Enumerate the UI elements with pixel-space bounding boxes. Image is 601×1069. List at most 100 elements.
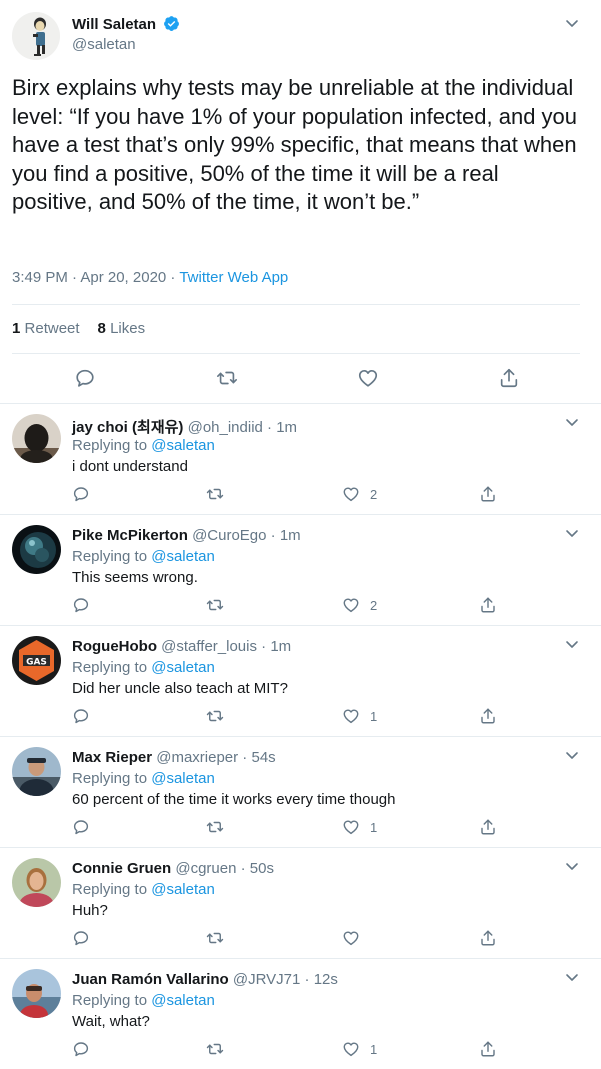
retweet-button[interactable] bbox=[216, 367, 238, 389]
reply-button[interactable] bbox=[72, 1040, 90, 1058]
retweet-button[interactable] bbox=[205, 707, 225, 725]
share-button[interactable] bbox=[479, 818, 497, 836]
reply-author-name[interactable]: Max Rieper bbox=[72, 749, 152, 766]
retweet-button[interactable] bbox=[205, 929, 225, 947]
reply-avatar[interactable]: GAS bbox=[12, 636, 61, 685]
reply-button[interactable] bbox=[72, 929, 90, 947]
share-button[interactable] bbox=[498, 367, 520, 389]
reply-timestamp[interactable]: 50s bbox=[250, 860, 274, 877]
reply-author-handle[interactable]: @CuroEgo bbox=[192, 527, 266, 544]
reply-author-name[interactable]: jay choi (최재유) bbox=[72, 419, 183, 436]
reply-icon bbox=[73, 709, 89, 724]
reply-icon bbox=[73, 487, 89, 502]
reply-icon bbox=[76, 369, 94, 387]
reply-icon bbox=[73, 820, 89, 835]
chevron-down-icon[interactable] bbox=[564, 747, 580, 763]
reply-tweet[interactable]: Juan Ramón Vallarino @JRVJ71 · 12s Reply… bbox=[0, 958, 601, 1069]
share-icon bbox=[500, 368, 518, 388]
reply-avatar[interactable] bbox=[12, 858, 61, 907]
share-button[interactable] bbox=[479, 485, 497, 503]
separator-dot: · bbox=[262, 419, 277, 436]
reply-timestamp[interactable]: 1m bbox=[276, 419, 297, 436]
reply-tweet[interactable]: Max Rieper @maxrieper · 54s Replying to … bbox=[0, 736, 601, 847]
reply-avatar[interactable] bbox=[12, 525, 61, 574]
like-button[interactable]: 2 bbox=[342, 596, 377, 614]
reply-icon bbox=[73, 931, 89, 946]
mention-link[interactable]: @saletan bbox=[151, 770, 215, 787]
reply-timestamp[interactable]: 12s bbox=[314, 971, 338, 988]
reply-avatar[interactable] bbox=[12, 969, 61, 1018]
chevron-down-icon[interactable] bbox=[564, 969, 580, 985]
like-icon bbox=[343, 931, 359, 946]
reply-author-name[interactable]: Connie Gruen bbox=[72, 860, 171, 877]
reply-text: i dont understand bbox=[72, 458, 188, 475]
chevron-down-icon[interactable] bbox=[564, 15, 580, 31]
reply-avatar[interactable] bbox=[12, 414, 61, 463]
retweet-button[interactable] bbox=[205, 596, 225, 614]
mention-link[interactable]: @saletan bbox=[151, 659, 215, 676]
replying-to: Replying to @saletan bbox=[72, 437, 215, 454]
chevron-down-icon[interactable] bbox=[564, 525, 580, 541]
reply-timestamp[interactable]: 1m bbox=[280, 527, 301, 544]
share-icon bbox=[481, 597, 495, 613]
reply-timestamp[interactable]: 54s bbox=[251, 749, 275, 766]
author-handle[interactable]: @saletan bbox=[72, 36, 136, 53]
reply-author-name[interactable]: Pike McPikerton bbox=[72, 527, 188, 544]
reply-header: RogueHobo @staffer_louis · 1m bbox=[72, 638, 291, 655]
reply-author-handle[interactable]: @oh_indiid bbox=[188, 419, 263, 436]
reply-timestamp[interactable]: 1m bbox=[270, 638, 291, 655]
divider bbox=[12, 304, 580, 305]
like-button[interactable]: 2 bbox=[342, 485, 377, 503]
mention-link[interactable]: @saletan bbox=[151, 437, 215, 454]
retweet-button[interactable] bbox=[205, 818, 225, 836]
retweet-stat[interactable]: 1 Retweet bbox=[12, 320, 80, 337]
reply-author-handle[interactable]: @cgruen bbox=[175, 860, 236, 877]
share-button[interactable] bbox=[479, 929, 497, 947]
mention-link[interactable]: @saletan bbox=[151, 548, 215, 565]
like-icon bbox=[343, 487, 359, 502]
share-button[interactable] bbox=[479, 1040, 497, 1058]
share-icon bbox=[481, 708, 495, 724]
retweet-button[interactable] bbox=[205, 1040, 225, 1058]
reply-author-name[interactable]: RogueHobo bbox=[72, 638, 157, 655]
share-button[interactable] bbox=[479, 596, 497, 614]
reply-icon bbox=[73, 1042, 89, 1057]
like-count: 1 bbox=[370, 1041, 378, 1057]
reply-author-handle[interactable]: @JRVJ71 bbox=[233, 971, 300, 988]
reply-author-handle[interactable]: @maxrieper bbox=[156, 749, 238, 766]
author-avatar[interactable] bbox=[12, 12, 60, 60]
reply-button[interactable] bbox=[72, 596, 90, 614]
author-name[interactable]: Will Saletan bbox=[72, 15, 180, 33]
like-button[interactable]: 1 bbox=[342, 1040, 377, 1058]
reply-button[interactable] bbox=[74, 367, 96, 389]
chevron-down-icon[interactable] bbox=[564, 858, 580, 874]
like-button[interactable]: 1 bbox=[342, 818, 377, 836]
reply-avatar[interactable] bbox=[12, 747, 61, 796]
share-button[interactable] bbox=[479, 707, 497, 725]
reply-tweet[interactable]: GAS RogueHobo @staffer_louis · 1m Replyi… bbox=[0, 625, 601, 736]
reply-author-name[interactable]: Juan Ramón Vallarino bbox=[72, 971, 229, 988]
reply-author-handle[interactable]: @staffer_louis bbox=[161, 638, 257, 655]
like-icon bbox=[343, 598, 359, 613]
tweet-source-link[interactable]: Twitter Web App bbox=[179, 269, 288, 286]
mention-link[interactable]: @saletan bbox=[151, 992, 215, 1009]
like-button[interactable] bbox=[342, 929, 370, 947]
reply-button[interactable] bbox=[72, 485, 90, 503]
like-stat[interactable]: 8 Likes bbox=[98, 320, 146, 337]
like-button[interactable]: 1 bbox=[342, 707, 377, 725]
reply-tweet[interactable]: Connie Gruen @cgruen · 50s Replying to @… bbox=[0, 847, 601, 958]
replying-to: Replying to @saletan bbox=[72, 659, 215, 676]
separator-dot: · bbox=[266, 527, 280, 544]
like-button[interactable] bbox=[357, 367, 379, 389]
share-icon bbox=[481, 930, 495, 946]
mention-link[interactable]: @saletan bbox=[151, 881, 215, 898]
replying-to: Replying to @saletan bbox=[72, 770, 215, 787]
retweet-button[interactable] bbox=[205, 485, 225, 503]
chevron-down-icon[interactable] bbox=[564, 414, 580, 430]
chevron-down-icon[interactable] bbox=[564, 636, 580, 652]
reply-tweet[interactable]: jay choi (최재유) @oh_indiid · 1m Replying … bbox=[0, 403, 601, 514]
reply-tweet[interactable]: Pike McPikerton @CuroEgo · 1m Replying t… bbox=[0, 514, 601, 625]
reply-button[interactable] bbox=[72, 818, 90, 836]
reply-button[interactable] bbox=[72, 707, 90, 725]
tweet-timestamp[interactable]: 3:49 PM · Apr 20, 2020 · bbox=[12, 269, 179, 286]
